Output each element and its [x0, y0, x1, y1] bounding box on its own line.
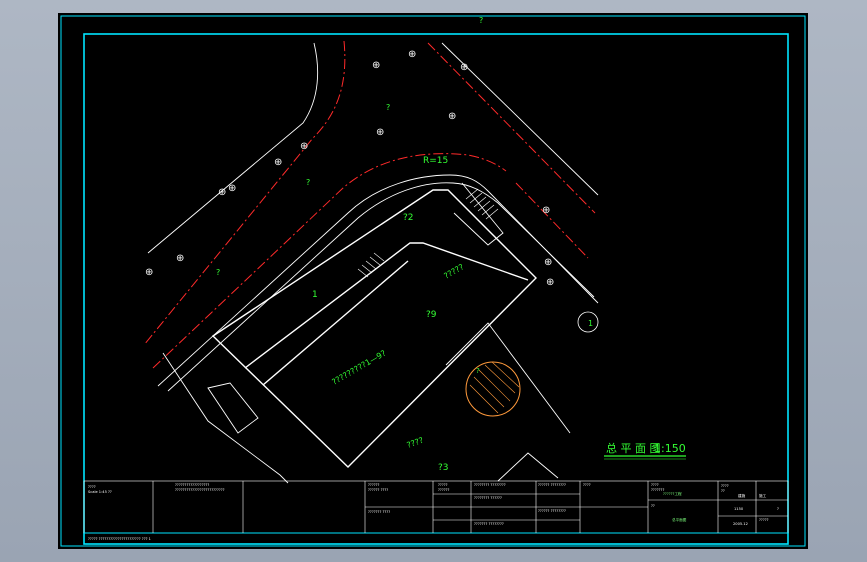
tb-cell-e1: ???????? ????????: [474, 483, 506, 487]
tb-cell-g1: ????: [583, 483, 591, 487]
road-centerlines: [143, 40, 596, 369]
tb-cell-j1: ????: [721, 484, 729, 488]
tree-marker: ⊕: [300, 141, 308, 152]
main-building: [211, 189, 537, 468]
tree-marker: ⊕: [145, 267, 153, 278]
tree-marker: ⊕: [544, 257, 552, 268]
plan-scale: 1:150: [654, 442, 686, 455]
tb-cell-a2: Scale 1:45 ??: [88, 490, 112, 494]
building-label: ?????????1—9?: [331, 349, 388, 387]
tb-cell-m1: ?: [777, 507, 779, 511]
radius-label: R=15: [423, 156, 448, 166]
tree-marker: ⊕: [376, 127, 384, 138]
drawing-labels: R=15 ? ? ? 1 ?2 ?9 ?3 ?????????1—9? ????…: [216, 103, 465, 473]
tb-cell-a1: ????: [88, 485, 96, 489]
sheet-inner-frame: [83, 33, 789, 545]
building-inner-wall: [244, 242, 529, 369]
plan-title-block: 总 平 面 图 1:150: [604, 441, 686, 460]
tb-cell-k3: 2005.12: [733, 522, 748, 526]
tree-marker: ⊕: [176, 253, 184, 264]
plan-title: 总 平 面 图: [606, 441, 661, 455]
tb-cell-b2: ??????????????????????????: [175, 488, 225, 492]
title-block: ???? Scale 1:45 ?? ?????????????????? ??…: [83, 480, 789, 541]
tb-cell-drawing: ??: [651, 504, 655, 508]
tb-cell-b1: ??????????????????: [175, 483, 209, 487]
tb-cell-c2: ?????? ????: [368, 488, 388, 492]
road-centerline-right: [427, 42, 596, 214]
tb-cell-k1: 建施: [738, 493, 746, 498]
tree-marker: ⊕: [274, 157, 282, 168]
tb-cell-d2: ??????: [438, 488, 450, 492]
building-inner-wall-2: [262, 260, 409, 386]
building-outline: [211, 189, 537, 468]
top-marker: ?: [479, 16, 483, 25]
right-circle-label: 1: [588, 319, 593, 328]
tb-cell-d1: ?????: [438, 483, 448, 487]
annex-right-corner: [497, 452, 559, 482]
hatched-circle: ?: [465, 361, 521, 417]
annex-block: [207, 382, 259, 434]
stair-label: ?????: [443, 262, 466, 280]
tb-cell-c3: ??????? ????: [368, 510, 390, 514]
sheet-outer-frame: [60, 15, 806, 547]
annex-left-wall: [162, 352, 289, 484]
road-centerline-curve: [152, 153, 507, 369]
tb-cell-drawing-name: 总平面图: [672, 517, 687, 522]
cad-viewport[interactable]: ? ? 1 ⊕ ⊕ ⊕ ⊕ ⊕ ⊕ ⊕ ⊕ ⊕ ⊕ ⊕ ⊕ ⊕ ⊕ R=15 ?…: [58, 13, 808, 549]
tb-cell-project: ??????工程: [663, 491, 682, 496]
tb-cell-e3: ??????? ????????: [474, 522, 504, 526]
tree-markers: ⊕ ⊕ ⊕ ⊕ ⊕ ⊕ ⊕ ⊕ ⊕ ⊕ ⊕ ⊕ ⊕ ⊕: [145, 49, 554, 288]
annex-lines: [162, 182, 571, 484]
tb-cell-e2: ???????? ??????: [474, 496, 502, 500]
tb-cell-l1: 施工: [759, 493, 767, 498]
tree-marker: ⊕: [448, 111, 456, 122]
tb-cell-j2: ??: [721, 489, 725, 493]
tb-cell-f1: ?????? ????????: [538, 483, 566, 487]
road-label-top: ?: [386, 103, 390, 112]
tb-cell-k2: 1150: [734, 507, 744, 511]
tree-marker: ⊕: [546, 277, 554, 288]
tree-marker: ⊕: [372, 60, 380, 71]
area-label-1: 1: [312, 290, 318, 300]
tb-cell-c1: ??????: [368, 483, 380, 487]
hatch-label: ?: [476, 367, 480, 375]
tree-marker: ⊕: [218, 187, 226, 198]
tb-cell-f2: ?????? ????????: [538, 509, 566, 513]
tb-cell-h1: ????: [651, 483, 659, 487]
lower-label: ????: [406, 436, 425, 450]
tree-marker: ⊕: [228, 183, 236, 194]
tb-cell-l2: ?????: [759, 518, 769, 522]
road-curb-left-outer: [147, 42, 319, 254]
annex-right-wall: [445, 322, 571, 434]
road-label-left: ?: [216, 268, 220, 277]
entrance-wall: [453, 182, 504, 246]
footer-note: ????? ?????????????????????? ??? 1: [88, 537, 151, 541]
tree-marker: ⊕: [460, 62, 468, 73]
tree-marker: ⊕: [408, 49, 416, 60]
area-label-29: ?9: [426, 310, 437, 320]
road-label-mid: ?: [306, 178, 310, 187]
tree-marker: ⊕: [542, 205, 550, 216]
area-label-3: ?3: [438, 463, 449, 473]
area-label-2: ?2: [403, 213, 414, 223]
site-plan-drawing: ? ? 1 ⊕ ⊕ ⊕ ⊕ ⊕ ⊕ ⊕ ⊕ ⊕ ⊕ ⊕ ⊕ ⊕ ⊕ R=15 ?…: [60, 15, 806, 547]
